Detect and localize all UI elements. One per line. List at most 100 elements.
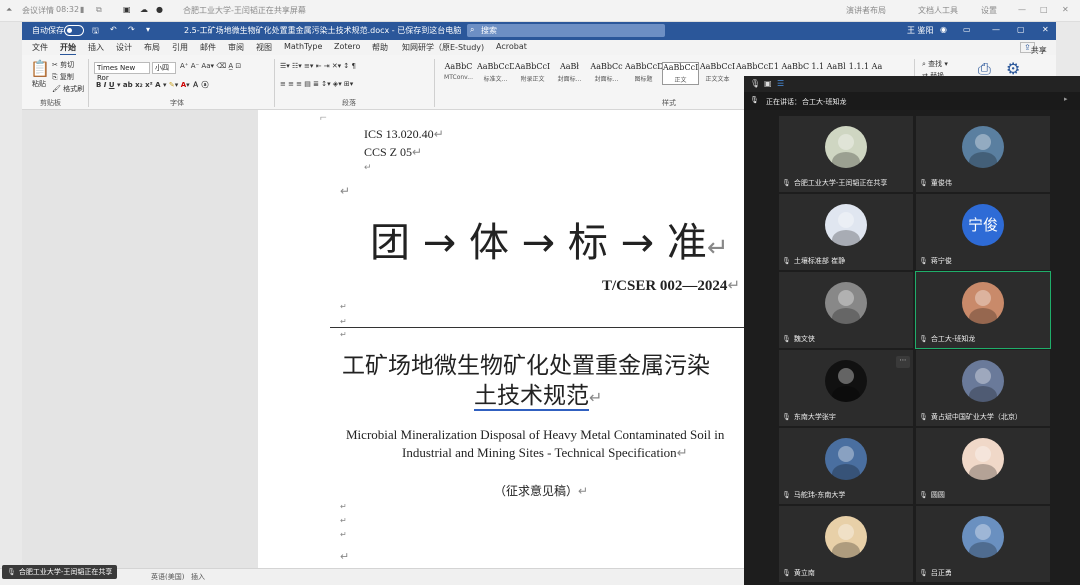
font-size-select[interactable]: 小四 [152,62,176,74]
document-page[interactable]: ⌐ ICS 13.020.40↵ CCS Z 05↵ ↵ ↵ 团 → 体 → 标… [258,110,744,568]
sharing-badge[interactable]: 🎙 合肥工业大学-王闰韬正在共享 [2,565,118,579]
layout-button[interactable]: 演讲者布局 [846,5,886,16]
avatar [825,126,867,168]
participant-tile[interactable]: 🎙 黄立南 [779,506,913,582]
mic-icon: 🎙 [782,569,791,577]
search-box[interactable]: 搜索 ⌕ [467,24,665,37]
toolbar-icon[interactable]: ▣ [123,5,131,14]
style-item[interactable]: AaBbCcI 正文文本 [699,62,736,83]
participant-tile[interactable]: 宁俊 🎙 蒋宁俊 [916,194,1050,270]
list-icons[interactable]: ☰▾ ☷▾ ≡▾ ⇤ ⇥ ✕▾ ↕ ¶ [280,62,356,70]
participant-name: 🎙 吕正勇 [919,569,952,577]
style-item[interactable]: AaBbCc 封面标... [588,62,625,83]
tab-insert[interactable]: 插入 [88,42,104,53]
grow-font-icon[interactable]: A⁺ A⁻ Aa▾ ⌫ A̲ ⊡ [180,62,241,70]
word-restore-icon[interactable]: ▢ [1017,25,1025,34]
word-close-icon[interactable]: ✕ [1042,25,1049,34]
style-item[interactable]: AaBł 封面标... [551,62,588,83]
copy-button[interactable]: ⎘ 复制 [52,72,74,82]
insert-mode-status[interactable]: 插入 [191,572,205,582]
participant-tile[interactable]: 🎙 董俊伟 [916,116,1050,192]
participant-tile[interactable]: 🎙 合肥工业大学-王闰韬正在共享 [779,116,913,192]
copy-label: 复制 [59,73,74,81]
participant-tile[interactable]: 🎙 土壤标准部 崔静 [779,194,913,270]
mic-icon: 🎙 [919,257,928,265]
maximize-icon[interactable]: □ [1040,5,1048,14]
user-name[interactable]: 王 鉴阳 [907,25,934,36]
style-name: 封面标... [557,76,582,83]
cut-button[interactable]: ✂ 剪切 [52,60,74,70]
align-icons[interactable]: ≡ ≡ ≡ ▤ ≣ ↕▾ ◈▾ ⊞▾ [280,80,353,88]
paste-button[interactable]: 粘贴 [32,79,46,89]
tab-review[interactable]: 审阅 [228,42,244,53]
ribbon-display-icon[interactable]: ▭ [963,25,971,34]
participant-tile[interactable]: 🎙 东南大学张宇 [779,350,913,426]
undo-icon[interactable]: ↶ [110,25,117,34]
more-options-icon[interactable]: ⋯ [896,356,910,368]
close-icon[interactable]: ✕ [1062,5,1069,14]
redo-icon[interactable]: ↷ [128,25,135,34]
participant-tile[interactable]: 🎙 吕正勇 [916,506,1050,582]
meeting-app-label[interactable]: 会议详情 [22,5,54,16]
tab-zotero[interactable]: Zotero [334,42,360,51]
minimize-icon[interactable]: — [1018,5,1026,14]
participant-tile[interactable]: 🎙 圆圆 [916,428,1050,504]
search-icon: ⌕ [470,25,475,34]
participant-tile[interactable]: 🎙 合工大-班知龙 [915,271,1051,349]
style-item[interactable]: 1 AaBbC [773,62,810,74]
participant-tile[interactable]: 🎙 魏文侠 [779,272,913,348]
divider [274,59,275,107]
style-item[interactable]: AaBbCcD 图标题 [625,62,662,83]
mic-icon: 🎙 [782,491,791,499]
tab-mailings[interactable]: 邮件 [200,42,216,53]
tab-layout[interactable]: 布局 [144,42,160,53]
popout-icon[interactable]: ⧉ [96,5,102,15]
avatar [825,282,867,324]
document-title: 2.5-工矿场地微生物矿化处置重金属污染土技术规范.docx - 已保存到这台电… [184,26,462,35]
share-button[interactable]: ⇪ 共享 [1020,42,1047,55]
ai-tools-button[interactable]: 文档人工具 [918,5,958,16]
tab-estudy[interactable]: 知网研学（原E-Study) [402,42,484,53]
standard-heading: 团 → 体 → 标 → 准↵ [370,220,729,266]
style-item[interactable]: AaBbCcDc [736,62,773,74]
tab-design[interactable]: 设计 [116,42,132,53]
tab-help[interactable]: 帮助 [372,42,388,53]
language-status[interactable]: 英语(美国) [151,572,184,582]
gallery-icon[interactable]: ▣ [764,79,772,88]
tab-mathtype[interactable]: MathType [284,42,322,51]
record-icon[interactable]: ● [156,5,163,14]
style-item[interactable]: AaBbCcI 附录正文 [514,62,551,83]
list-view-icon[interactable]: ☰ [777,79,784,88]
autosave-toggle[interactable] [64,25,84,36]
title-chinese-line2: 土技术规范↵ [474,383,603,411]
share-title: 合肥工业大学-王闰韬正在共享屏幕 [183,6,306,15]
tab-references[interactable]: 引用 [172,42,188,53]
style-item[interactable]: AaBbCcDdEe 标准文... [477,62,514,83]
style-item[interactable]: AaBbCcDc 正文 [662,62,699,85]
participant-tile[interactable]: 🎙 马舵玮-东南大学 [779,428,913,504]
paste-icon[interactable]: 📋 [30,59,50,78]
word-minimize-icon[interactable]: — [992,25,1000,34]
avatar[interactable]: ◉ [940,25,947,34]
save-icon[interactable]: 🖫 [92,25,99,39]
settings-button[interactable]: 设置 [981,5,997,16]
style-name: 标准文... [483,76,508,83]
format-painter-button[interactable]: 🖌 格式刷 [52,84,84,94]
paragraph-mark: ↵ [364,162,372,172]
participant-tile[interactable]: 🎙 黄占斌中国矿业大学（北京） [916,350,1050,426]
font-name-select[interactable]: Times New Ror [94,62,150,82]
mic-icon[interactable]: 🎙 [750,79,760,88]
find-button[interactable]: ⌕ 查找 ▾ [922,59,948,69]
cloud-icon[interactable]: ☁ [140,5,148,14]
tab-home[interactable]: 开始 [60,42,76,56]
style-item[interactable]: 1.1 AaBl [810,62,847,74]
quick-access-icon[interactable]: ▾ [146,25,150,34]
tab-acrobat[interactable]: Acrobat [496,42,527,51]
tab-file[interactable]: 文件 [32,42,48,53]
tab-view[interactable]: 视图 [256,42,272,53]
style-item[interactable]: 1.1.1 Aa [847,62,884,74]
style-item[interactable]: AaBbC MTConv... [440,62,477,81]
collapse-icon[interactable]: ▸ [1064,95,1068,103]
clipboard-group-label: 剪贴板 [40,99,61,107]
font-format-icons[interactable]: B I U ▾ ab x₂ x² A ▾ ✎▾ A▾ Ａ ⓐ [96,80,209,90]
